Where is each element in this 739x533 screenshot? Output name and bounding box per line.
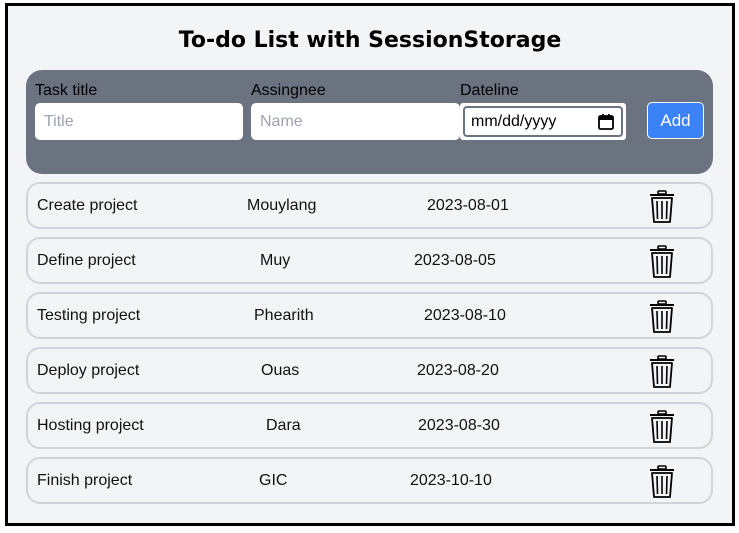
trash-icon[interactable]	[648, 245, 676, 279]
task-row: Testing project Phearith 2023-08-10	[26, 292, 713, 339]
task-row: Define project Muy 2023-08-05	[26, 237, 713, 284]
task-title-input[interactable]	[35, 103, 243, 140]
task-title: Testing project	[37, 307, 141, 324]
trash-icon[interactable]	[648, 300, 676, 334]
task-assignee: Dara	[266, 417, 301, 434]
add-button[interactable]: Add	[647, 102, 704, 139]
task-row: Hosting project Dara 2023-08-30	[26, 402, 713, 449]
page-title: To-do List with SessionStorage	[178, 28, 562, 53]
task-title: Finish project	[37, 472, 133, 489]
task-date: 2023-08-20	[417, 362, 499, 379]
task-title: Hosting project	[37, 417, 144, 434]
task-title: Create project	[37, 197, 138, 214]
task-date: 2023-08-01	[427, 197, 509, 214]
task-title: Define project	[37, 252, 136, 269]
assignee-label: Assingnee	[251, 82, 326, 99]
calendar-icon[interactable]	[597, 113, 615, 131]
deadline-label: Dateline	[460, 82, 519, 99]
task-assignee: Phearith	[254, 307, 314, 324]
date-field[interactable]: mm/dd/yyyy	[463, 106, 623, 137]
task-date: 2023-08-10	[424, 307, 506, 324]
task-row: Finish project GIC 2023-10-10	[26, 457, 713, 504]
task-date: 2023-08-05	[414, 252, 496, 269]
task-date: 2023-08-30	[418, 417, 500, 434]
assignee-input[interactable]	[251, 103, 460, 140]
task-row: Create project Mouylang 2023-08-01	[26, 182, 713, 229]
task-date: 2023-10-10	[410, 472, 492, 489]
task-list: Create project Mouylang 2023-08-01 Define p…	[26, 182, 713, 512]
task-assignee: Ouas	[261, 362, 300, 379]
trash-icon[interactable]	[648, 355, 676, 389]
task-assignee: GIC	[259, 472, 288, 489]
task-title: Deploy project	[37, 362, 140, 379]
trash-icon[interactable]	[648, 190, 676, 224]
task-row: Deploy project Ouas 2023-08-20	[26, 347, 713, 394]
date-placeholder: mm/dd/yyyy	[471, 112, 557, 130]
trash-icon[interactable]	[648, 410, 676, 444]
deadline-date-input[interactable]: mm/dd/yyyy	[460, 103, 626, 140]
task-title-label: Task title	[35, 82, 98, 99]
task-assignee: Muy	[260, 252, 291, 269]
task-assignee: Mouylang	[247, 197, 317, 214]
add-task-form: Task title Assingnee Dateline mm/dd/yyyy…	[26, 70, 713, 174]
app-window: To-do List with SessionStorage Task titl…	[5, 3, 735, 526]
trash-icon[interactable]	[648, 465, 676, 499]
